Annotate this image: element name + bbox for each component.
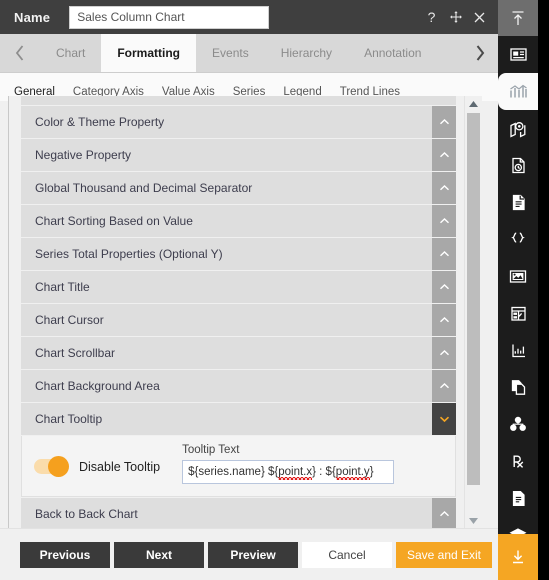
tooltip-text-value-part2: } : ${ bbox=[312, 466, 336, 478]
accordion-row-chart-title[interactable]: Chart Title bbox=[21, 271, 456, 303]
accordion-row-label: Chart Cursor bbox=[35, 313, 104, 327]
rail-item-hierarchy[interactable] bbox=[498, 406, 538, 443]
scroll-up-button[interactable] bbox=[465, 96, 482, 111]
chevron-down-icon[interactable] bbox=[432, 403, 456, 435]
rail-item-document-clock[interactable] bbox=[498, 147, 538, 184]
accordion-row-label: Global Thousand and Decimal Separator bbox=[35, 181, 253, 195]
application-window: Name ? Char bbox=[0, 0, 549, 580]
tooltip-text-value-part3: } bbox=[369, 466, 374, 478]
scrollbar-thumb[interactable] bbox=[467, 113, 480, 485]
tooltip-text-misspelled-point-x: point.x bbox=[278, 466, 313, 480]
primary-tabbar: Chart Formatting Events Hierarchy Annota… bbox=[0, 34, 498, 73]
tab-label: Hierarchy bbox=[280, 46, 333, 60]
accordion-row-chart-background-area[interactable]: Chart Background Area bbox=[21, 370, 456, 402]
rail-item-layout-panel[interactable] bbox=[498, 36, 538, 73]
accordion-row-label: Negative Property bbox=[35, 148, 132, 162]
accordion-list: Color & Theme Property Negative Property… bbox=[9, 96, 464, 528]
formatting-content-area: Color & Theme Property Negative Property… bbox=[8, 96, 482, 528]
accordion-row-label: Back to Back Chart bbox=[35, 507, 138, 521]
accordion-row-label: Color & Theme Property bbox=[35, 115, 165, 129]
tab-chart[interactable]: Chart bbox=[40, 34, 101, 72]
disable-tooltip-control: Disable Tooltip bbox=[34, 444, 161, 477]
chart-tooltip-settings-panel: Disable Tooltip Tooltip Text ${series.na… bbox=[21, 436, 456, 497]
disable-tooltip-label: Disable Tooltip bbox=[79, 459, 161, 474]
accordion-row-negative-property[interactable]: Negative Property bbox=[21, 139, 456, 171]
preview-button[interactable]: Preview bbox=[208, 541, 298, 568]
accordion-row-chart-tooltip[interactable]: Chart Tooltip bbox=[21, 403, 456, 435]
accordion-row-label: Chart Sorting Based on Value bbox=[35, 214, 193, 228]
cancel-button[interactable]: Cancel bbox=[302, 541, 392, 568]
accordion-row-label: Chart Title bbox=[35, 280, 90, 294]
previous-button[interactable]: Previous bbox=[20, 541, 110, 568]
tooltip-text-label: Tooltip Text bbox=[182, 444, 240, 456]
window-controls: ? bbox=[424, 10, 498, 25]
tab-events[interactable]: Events bbox=[196, 34, 265, 72]
rail-item-line-chart[interactable] bbox=[498, 332, 538, 369]
accordion-row-chart-sorting-based-on-value[interactable]: Chart Sorting Based on Value bbox=[21, 205, 456, 237]
chevron-up-icon[interactable] bbox=[432, 370, 456, 402]
tooltip-text-value-part1: ${series.name} ${ bbox=[188, 466, 279, 478]
tooltip-text-input[interactable]: ${series.name} ${point.x} : ${point.y} bbox=[182, 460, 395, 484]
next-button[interactable]: Next bbox=[114, 541, 204, 568]
move-arrows-icon[interactable] bbox=[448, 10, 463, 25]
save-and-exit-button[interactable]: Save and Exit bbox=[396, 541, 492, 568]
chevron-up-icon[interactable] bbox=[432, 106, 456, 138]
rail-item-prescription-rx[interactable] bbox=[498, 443, 538, 480]
tooltip-text-field-group: Tooltip Text ${series.name} ${point.x} :… bbox=[182, 444, 443, 484]
scroll-down-button[interactable] bbox=[465, 513, 482, 528]
tab-label: Events bbox=[212, 46, 249, 60]
rail-download-button[interactable] bbox=[498, 534, 538, 580]
chart-properties-dialog: Name ? Char bbox=[0, 0, 498, 580]
chevron-up-icon[interactable] bbox=[432, 172, 456, 204]
chevron-up-icon[interactable] bbox=[432, 139, 456, 171]
accordion-row-clipped bbox=[21, 96, 456, 105]
accordion-row-back-to-back-chart[interactable]: Back to Back Chart bbox=[21, 498, 456, 528]
rail-item-copy-pages[interactable] bbox=[498, 369, 538, 406]
accordion-row-series-total-properties[interactable]: Series Total Properties (Optional Y) bbox=[21, 238, 456, 270]
accordion-row-label: Chart Tooltip bbox=[35, 412, 103, 426]
chevron-up-icon[interactable] bbox=[432, 498, 456, 528]
dialog-footer: Previous Next Preview Cancel Save and Ex… bbox=[0, 528, 498, 580]
tab-formatting[interactable]: Formatting bbox=[101, 34, 197, 72]
tab-label: Chart bbox=[56, 46, 86, 60]
accordion-row-color-theme-property[interactable]: Color & Theme Property bbox=[21, 106, 456, 138]
rail-collapse-up-button[interactable] bbox=[498, 0, 538, 36]
tabs-scroll-left-button[interactable] bbox=[0, 34, 40, 72]
chevron-up-icon[interactable] bbox=[432, 205, 456, 237]
tooltip-text-misspelled-point-y: point.y bbox=[335, 466, 370, 480]
accordion-row-chart-scrollbar[interactable]: Chart Scrollbar bbox=[21, 337, 456, 369]
tab-hierarchy[interactable]: Hierarchy bbox=[265, 34, 348, 72]
accordion-row-global-thousand-and-decimal-separator[interactable]: Global Thousand and Decimal Separator bbox=[21, 172, 456, 204]
disable-tooltip-toggle[interactable] bbox=[34, 456, 69, 477]
rail-item-bar-chart[interactable] bbox=[498, 73, 538, 110]
toggle-knob bbox=[48, 456, 69, 477]
tab-annotation[interactable]: Annotation bbox=[348, 34, 437, 72]
right-toolbar-rail bbox=[498, 0, 538, 580]
tab-label: Annotation bbox=[364, 46, 422, 60]
tabs-scroll-right-button[interactable] bbox=[462, 34, 498, 72]
close-icon[interactable] bbox=[472, 10, 487, 25]
rail-item-curly-braces[interactable] bbox=[498, 221, 538, 258]
rail-item-document-text[interactable] bbox=[498, 184, 538, 221]
name-label: Name bbox=[14, 9, 51, 25]
chart-name-input[interactable] bbox=[69, 5, 270, 29]
accordion-row-label: Chart Scrollbar bbox=[35, 346, 116, 360]
dialog-titlebar: Name ? bbox=[0, 0, 498, 34]
svg-text:?: ? bbox=[428, 10, 436, 25]
rail-item-report-document[interactable] bbox=[498, 480, 538, 517]
tab-label: Formatting bbox=[117, 46, 181, 60]
content-vertical-scrollbar[interactable] bbox=[464, 96, 482, 528]
help-icon[interactable]: ? bbox=[424, 10, 439, 25]
rail-item-map-pin[interactable] bbox=[498, 110, 538, 147]
accordion-row-label: Chart Background Area bbox=[35, 379, 160, 393]
rail-item-table[interactable] bbox=[498, 295, 538, 332]
chevron-up-icon[interactable] bbox=[432, 238, 456, 270]
chevron-up-icon[interactable] bbox=[432, 337, 456, 369]
accordion-row-label: Series Total Properties (Optional Y) bbox=[35, 247, 223, 261]
rail-item-image[interactable] bbox=[498, 258, 538, 295]
chevron-up-icon[interactable] bbox=[432, 271, 456, 303]
chevron-up-icon[interactable] bbox=[432, 304, 456, 336]
accordion-row-chart-cursor[interactable]: Chart Cursor bbox=[21, 304, 456, 336]
